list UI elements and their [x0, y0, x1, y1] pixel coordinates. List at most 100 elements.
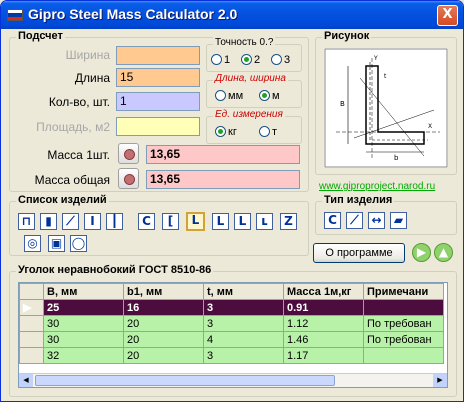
scroll-left-icon[interactable]: ◀: [19, 374, 33, 387]
products-title: Список изделий: [16, 194, 109, 206]
table-cell[interactable]: 20: [123, 315, 204, 332]
c-type-icon[interactable]: C: [324, 212, 341, 229]
table-row[interactable]: ▶ 25 16 3 0.91: [19, 299, 444, 316]
area-field[interactable]: [116, 117, 200, 136]
svg-text:B: B: [340, 100, 345, 108]
mass-total-label: Масса общая: [34, 173, 110, 187]
table-cell[interactable]: 25: [43, 299, 124, 316]
table-cell[interactable]: [363, 299, 444, 316]
table-row[interactable]: 30 20 4 1.46 По требован: [19, 331, 444, 348]
row-indicator-cell: [19, 347, 44, 364]
table-cell[interactable]: 20: [123, 347, 204, 364]
units-kg-option[interactable]: кг: [215, 126, 237, 138]
svg-text:X: X: [428, 123, 432, 130]
angle-profile-drawing: B b t X Y: [324, 48, 448, 168]
mass-total-field[interactable]: 13,65: [146, 170, 300, 189]
table-cell[interactable]: 20: [123, 331, 204, 348]
row-indicator-cell: [19, 331, 44, 348]
precision-option-2[interactable]: 2: [241, 54, 260, 66]
hook-icon[interactable]: ʟ: [256, 213, 273, 230]
table-cell[interactable]: 3: [203, 315, 284, 332]
square-pipe-icon[interactable]: ▣: [48, 235, 65, 252]
i-beam-icon[interactable]: I: [84, 213, 101, 230]
length-units-group: Длина, ширина мм м: [206, 73, 302, 108]
width-field[interactable]: [116, 46, 200, 65]
length-field[interactable]: 15: [116, 68, 200, 87]
precision-group: Точность 0.? 1 2 3: [206, 37, 302, 72]
row-indicator-cell: [19, 315, 44, 332]
count-field[interactable]: 1: [116, 92, 200, 111]
product-type-group: Тип изделия C ⟋ ↔ ▰: [315, 194, 457, 235]
app-window: Gipro Steel Mass Calculator 2.0 X Подсче…: [0, 0, 464, 402]
table-cell[interactable]: 3: [203, 347, 284, 364]
table-cell[interactable]: 1.17: [283, 347, 364, 364]
scroll-thumb[interactable]: [35, 375, 335, 386]
table-group: Уголок неравнобокий ГОСТ 8510-86 В, мм b…: [9, 264, 457, 397]
table-header-row: В, мм b1, мм t, мм Масса 1м,кг Примечани: [19, 283, 444, 300]
drawing-group: Рисунок B b t X Y: [315, 30, 457, 175]
product-type-title: Тип изделия: [322, 194, 395, 206]
table-cell[interactable]: 0.91: [283, 299, 364, 316]
close-button[interactable]: X: [437, 5, 458, 26]
column-header[interactable]: t, мм: [203, 283, 284, 300]
precision-option-1[interactable]: 1: [211, 54, 230, 66]
length-units-title: Длина, ширина: [213, 73, 288, 84]
sheet-type-icon[interactable]: ▰: [390, 212, 407, 229]
angle-selected-icon[interactable]: L: [186, 212, 205, 231]
column-header[interactable]: Примечани: [363, 283, 444, 300]
units-mm-option[interactable]: мм: [215, 90, 243, 102]
z-icon[interactable]: Z: [280, 213, 297, 230]
table-cell[interactable]: 30: [43, 315, 124, 332]
channel-icon[interactable]: ⊓: [18, 213, 35, 230]
table-cell[interactable]: По требован: [363, 331, 444, 348]
table-cell[interactable]: 1.12: [283, 315, 364, 332]
table-cell[interactable]: 30: [43, 331, 124, 348]
table-container: В, мм b1, мм t, мм Масса 1м,кг Примечани…: [18, 282, 448, 388]
calc-group-title: Подсчет: [16, 30, 65, 42]
radio-icon: [215, 90, 226, 101]
mass-one-label: Масса 1шт.: [47, 148, 110, 162]
plate-icon[interactable]: ▮: [40, 213, 57, 230]
channel-large-icon[interactable]: [: [162, 213, 179, 230]
table-cell[interactable]: [363, 347, 444, 364]
precision-option-3[interactable]: 3: [271, 54, 290, 66]
ring-icon[interactable]: ◯: [70, 235, 87, 252]
column-header[interactable]: В, мм: [43, 283, 124, 300]
website-link[interactable]: www.giproproject.narod.ru: [319, 181, 435, 192]
rod-icon[interactable]: ⟋: [62, 213, 79, 230]
angle-small-icon[interactable]: L: [234, 213, 251, 230]
units-m-option[interactable]: м: [259, 90, 280, 102]
scroll-right-icon[interactable]: ▶: [433, 374, 447, 387]
arrow-type-icon[interactable]: ↔: [368, 212, 385, 229]
profile-table: В, мм b1, мм t, мм Масса 1м,кг Примечани…: [19, 283, 444, 364]
radio-selected-icon: [215, 126, 226, 137]
table-cell[interactable]: По требован: [363, 315, 444, 332]
title-bar[interactable]: Gipro Steel Mass Calculator 2.0 X: [1, 1, 463, 29]
table-cell[interactable]: 1.46: [283, 331, 364, 348]
radio-selected-icon: [259, 90, 270, 101]
horizontal-scrollbar[interactable]: ◀ ▶: [19, 373, 447, 387]
mass-one-field[interactable]: 13,65: [146, 145, 300, 164]
c-icon[interactable]: C: [138, 213, 155, 230]
bar-type-icon[interactable]: ⟋: [346, 212, 363, 229]
calc-group: Подсчет Ширина Длина 15 Кол-во, шт. 1 Пл…: [9, 30, 309, 192]
column-header[interactable]: b1, мм: [123, 283, 204, 300]
table-title: Уголок неравнобокий ГОСТ 8510-86: [16, 264, 214, 276]
copy-mass-one-button[interactable]: [118, 143, 139, 164]
column-header[interactable]: Масса 1м,кг: [283, 283, 364, 300]
table-cell[interactable]: 16: [123, 299, 204, 316]
table-row[interactable]: 30 20 3 1.12 По требован: [19, 315, 444, 332]
angle-icon[interactable]: L: [212, 213, 229, 230]
about-button[interactable]: О программе: [313, 243, 405, 263]
table-cell[interactable]: 4: [203, 331, 284, 348]
table-cell[interactable]: 3: [203, 299, 284, 316]
table-cell[interactable]: 32: [43, 347, 124, 364]
t-icon[interactable]: ┃: [106, 213, 123, 230]
copy-mass-total-button[interactable]: [118, 168, 139, 189]
units-t-option[interactable]: т: [259, 126, 277, 138]
measure-units-title: Ед. измерения: [213, 109, 285, 120]
up-icon[interactable]: ▲: [434, 243, 453, 262]
pipe-icon[interactable]: ◎: [24, 235, 41, 252]
table-row[interactable]: 32 20 3 1.17: [19, 347, 444, 364]
next-icon[interactable]: ▶: [412, 243, 431, 262]
